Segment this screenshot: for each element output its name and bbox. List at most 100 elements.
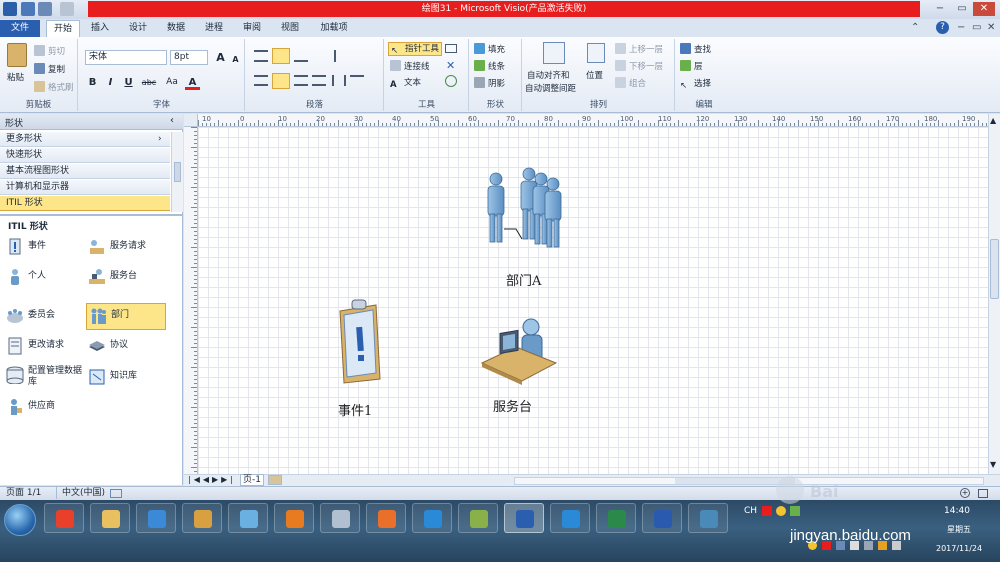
stencil-change-request[interactable]: 更改请求 <box>4 334 84 358</box>
language-status[interactable]: 中文(中国) <box>62 487 105 500</box>
align-center-icon[interactable] <box>272 73 290 89</box>
insert-page-icon[interactable] <box>268 475 282 485</box>
tab-home[interactable]: 开始 <box>46 20 80 37</box>
paste-button[interactable]: 粘贴 <box>7 71 24 83</box>
drawing-page[interactable]: 部门A 事件1 服务台 <box>198 127 988 474</box>
doc-close-icon[interactable]: ✕ <box>987 22 995 33</box>
visio-app-icon[interactable] <box>3 2 17 16</box>
taskbar-internet-explorer-button[interactable] <box>136 503 176 533</box>
page-tab[interactable]: 页-1 <box>240 474 264 486</box>
underline-button[interactable]: U <box>121 75 136 90</box>
italic-button[interactable]: I <box>103 75 118 90</box>
service-desk-label[interactable]: 服务台 <box>493 396 532 415</box>
layers-button[interactable]: 层 <box>680 60 703 72</box>
bold-button[interactable]: B <box>85 75 100 90</box>
text-tool-button[interactable]: A 文本 <box>390 76 421 91</box>
clock-time[interactable]: 14:40 <box>944 506 970 516</box>
find-button[interactable]: 查找 <box>680 43 711 55</box>
shelf-itil-shapes[interactable]: ITIL 形状 <box>0 196 170 211</box>
paste-icon[interactable] <box>7 43 27 67</box>
shrink-font-button[interactable]: A <box>228 52 243 67</box>
clock-date[interactable]: 2017/11/24 <box>936 544 982 553</box>
connection-point-icon[interactable] <box>445 75 457 87</box>
position-button[interactable]: 位置 <box>586 69 603 81</box>
scroll-down-icon[interactable]: ▼ <box>990 460 996 469</box>
grow-font-button[interactable]: A <box>213 50 228 65</box>
scroll-thumb[interactable] <box>990 239 999 299</box>
undo-icon[interactable] <box>38 2 52 16</box>
copy-button[interactable]: 复制 <box>34 63 65 75</box>
auto-align-label-2[interactable]: 自动调整间距 <box>525 82 576 94</box>
text-direction-icon[interactable] <box>332 75 346 86</box>
shelf-computers-monitors[interactable]: 计算机和显示器 <box>0 180 170 195</box>
stencil-supplier[interactable]: 供应商 <box>4 395 84 419</box>
select-button[interactable]: ↖ 选择 <box>680 77 711 92</box>
font-name-select[interactable]: 宋体 <box>85 50 167 65</box>
taskbar-excel-button[interactable] <box>596 503 636 533</box>
stencil-person[interactable]: 个人 <box>4 265 84 289</box>
align-left-icon[interactable] <box>254 75 268 86</box>
group-button[interactable]: 组合 <box>615 77 646 89</box>
pointer-tool-button[interactable]: ↖ 指针工具 <box>388 42 442 56</box>
scroll-up-icon[interactable]: ▲ <box>990 116 996 125</box>
connector-button[interactable]: 连接线 <box>390 60 430 72</box>
stencil-committee[interactable]: 委员会 <box>4 304 84 328</box>
auto-align-label-1[interactable]: 自动对齐和 <box>527 69 570 81</box>
collapse-panel-icon[interactable]: ‹ <box>170 115 174 126</box>
stencil-event[interactable]: 事件 <box>4 235 84 259</box>
save-icon[interactable] <box>21 2 35 16</box>
tab-data[interactable]: 数据 <box>160 20 192 37</box>
taskbar-calculator-button[interactable] <box>320 503 360 533</box>
align-right-icon[interactable] <box>294 75 308 86</box>
shelf-quick-shapes[interactable]: 快速形状 <box>0 148 170 163</box>
align-top-icon[interactable] <box>254 50 268 62</box>
send-backward-button[interactable]: 下移一层 <box>615 60 663 72</box>
justify-icon[interactable] <box>312 75 326 86</box>
stencil-service-desk[interactable]: 服务台 <box>86 265 176 289</box>
stencil-cmdb[interactable]: 配置管理数据库 <box>4 363 86 391</box>
stencil-knowledge-base[interactable]: 知识库 <box>86 365 166 389</box>
input-language[interactable]: CH <box>744 506 757 516</box>
auto-align-icon[interactable] <box>543 42 565 64</box>
taskbar-screenshot-tool-button[interactable] <box>274 503 314 533</box>
stencil-service-request[interactable]: 服务请求 <box>86 235 176 259</box>
shelf-more-shapes[interactable]: 更多形状 › <box>0 132 170 147</box>
stencil-agreement[interactable]: 协议 <box>86 334 166 358</box>
shelf-scrollbar[interactable] <box>171 132 183 212</box>
indent-icon[interactable] <box>334 50 348 62</box>
tab-addins[interactable]: 加载项 <box>312 20 356 37</box>
align-bottom-icon[interactable] <box>294 50 308 62</box>
cut-button[interactable]: 剪切 <box>34 45 65 57</box>
taskbar-photo-app-button[interactable] <box>458 503 498 533</box>
shadow-button[interactable]: 阴影 <box>474 77 505 89</box>
restore-button[interactable]: ▭ <box>951 2 973 16</box>
event-shape[interactable] <box>336 299 384 385</box>
taskbar-pen-app-button[interactable] <box>550 503 590 533</box>
tab-insert[interactable]: 插入 <box>84 20 116 37</box>
taskbar-video-app-button[interactable] <box>412 503 452 533</box>
tab-review[interactable]: 审阅 <box>236 20 268 37</box>
doc-minimize-icon[interactable]: − <box>957 22 965 33</box>
tab-design[interactable]: 设计 <box>122 20 154 37</box>
department-shape[interactable] <box>482 167 572 267</box>
department-label[interactable]: 部门A <box>506 270 541 289</box>
shelf-basic-flowchart[interactable]: 基本流程图形状 <box>0 164 170 179</box>
taskbar-paint-button[interactable] <box>182 503 222 533</box>
page-status[interactable]: 页面 1/1 <box>6 487 41 500</box>
macro-record-icon[interactable] <box>110 489 122 498</box>
doc-restore-icon[interactable]: ▭ <box>972 22 981 33</box>
zoom-in-icon[interactable]: + <box>960 488 970 498</box>
fit-page-icon[interactable] <box>978 489 988 498</box>
tab-file[interactable]: 文件 <box>0 20 40 37</box>
help-icon[interactable]: ? <box>936 21 949 34</box>
line-button[interactable]: 线条 <box>474 60 505 72</box>
minimize-button[interactable]: − <box>929 2 951 16</box>
bullets-icon[interactable] <box>350 75 364 86</box>
stencil-department[interactable]: 部门 <box>86 303 166 330</box>
taskbar-file-explorer-button[interactable] <box>90 503 130 533</box>
font-color-button[interactable]: A <box>185 75 200 90</box>
service-desk-shape[interactable] <box>480 315 558 385</box>
event-label[interactable]: 事件1 <box>338 400 372 419</box>
horizontal-scrollbar[interactable] <box>514 477 984 485</box>
taskbar-word-button[interactable] <box>642 503 682 533</box>
